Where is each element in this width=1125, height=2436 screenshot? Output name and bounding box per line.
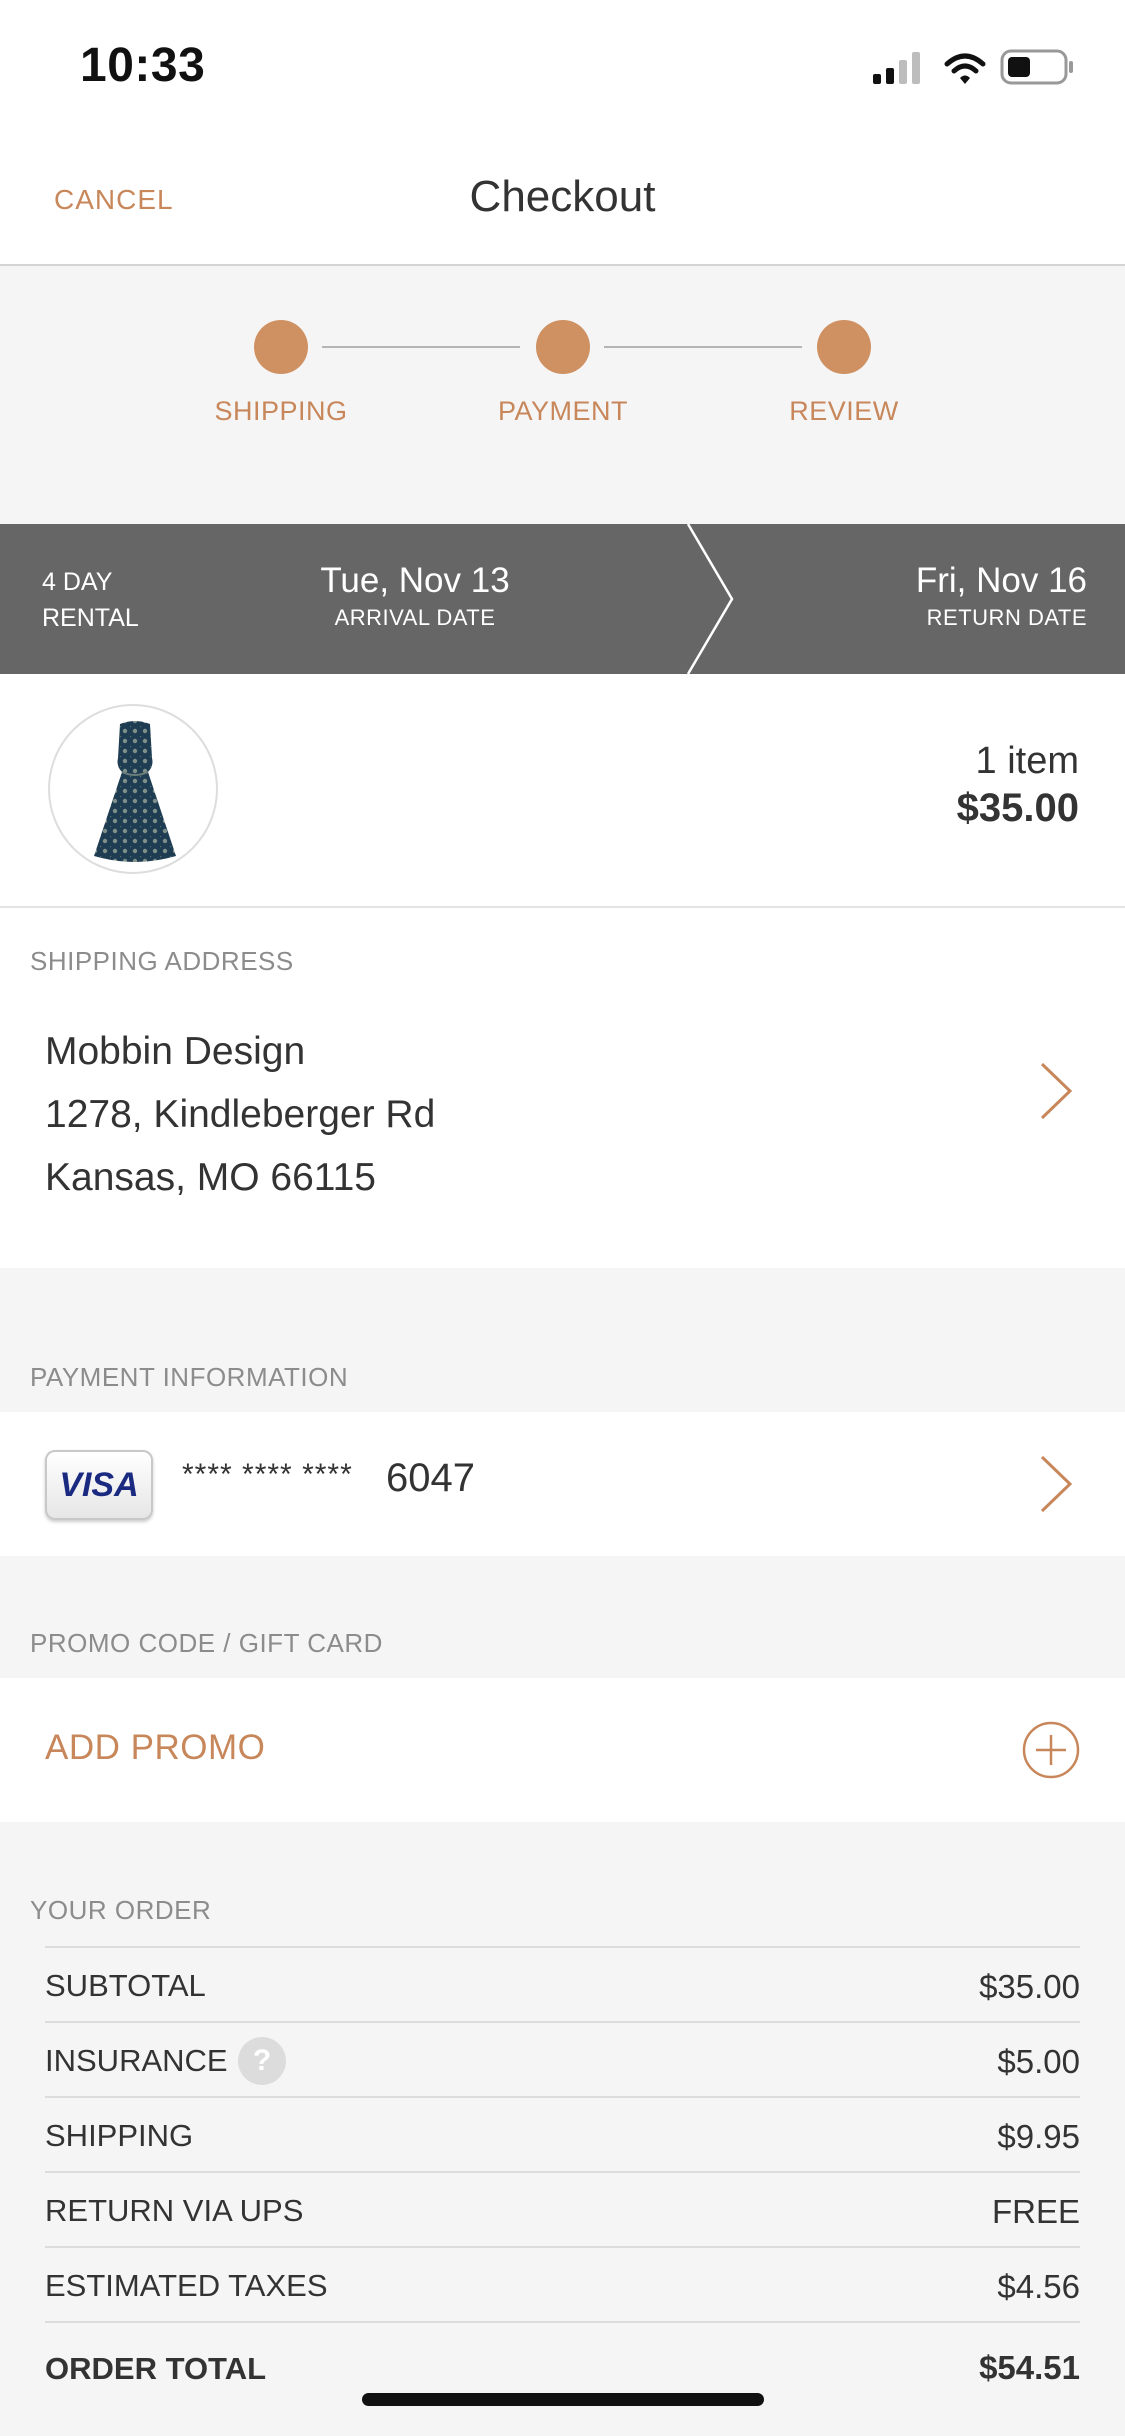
nav-bar: CANCEL Checkout [0, 132, 1125, 266]
payment-method-card[interactable]: VISA **** **** **** 6047 [0, 1412, 1125, 1556]
rental-length-days: 4 DAY [42, 568, 113, 596]
step-dot-shipping[interactable] [254, 320, 308, 374]
your-order-label: YOUR ORDER [30, 1895, 212, 1925]
order-label: SUBTOTAL [45, 1968, 206, 2003]
checkout-stepper: SHIPPING PAYMENT REVIEW [0, 266, 1125, 524]
help-icon[interactable]: ? [238, 2037, 286, 2085]
order-total-value: $54.51 [979, 2349, 1080, 2386]
status-system-icons [873, 49, 1073, 85]
step-connector [322, 346, 520, 348]
chevron-right-icon[interactable] [1038, 1453, 1074, 1515]
status-icons [873, 48, 1083, 88]
return-date: Fri, Nov 16 [915, 561, 1087, 600]
order-row-subtotal: SUBTOTAL $35.00 [45, 1946, 1080, 2021]
address-street: 1278, Kindleberger Rd [45, 1093, 436, 1136]
order-value: $35.00 [979, 1968, 1080, 2005]
battery-icon [1000, 49, 1073, 85]
status-time: 10:33 [80, 39, 206, 92]
order-label: RETURN VIA UPS [45, 2193, 304, 2228]
order-total-label: ORDER TOTAL [45, 2351, 267, 2386]
product-thumbnail [48, 704, 218, 874]
order-label: SHIPPING [45, 2118, 194, 2153]
dress-image [94, 721, 176, 862]
arrival-date-label: ARRIVAL DATE [334, 605, 496, 630]
order-label: ESTIMATED TAXES [45, 2268, 328, 2303]
status-bar: 10:33 [0, 0, 1125, 132]
step-dot-payment[interactable] [536, 320, 590, 374]
payment-information-label: PAYMENT INFORMATION [30, 1362, 349, 1392]
step-label-shipping: SHIPPING [214, 396, 348, 426]
order-label: INSURANCE [45, 2043, 228, 2078]
order-row-insurance: INSURANCE ? $5.00 [45, 2021, 1080, 2096]
order-value: FREE [991, 2193, 1080, 2230]
wifi-icon [944, 53, 986, 84]
chevron-right-icon[interactable] [1038, 1060, 1074, 1122]
step-connector [604, 346, 802, 348]
card-last-four: 6047 [386, 1456, 475, 1500]
return-date-label: RETURN DATE [926, 605, 1087, 630]
return-date-block: Fri, Nov 16 RETURN DATE [916, 560, 1087, 634]
page-title: Checkout [469, 172, 656, 221]
order-row-return: RETURN VIA UPS FREE [45, 2171, 1080, 2246]
visa-card-icon: VISA [45, 1450, 153, 1520]
address-name: Mobbin Design [45, 1030, 306, 1073]
shipping-address-label: SHIPPING ADDRESS [30, 946, 294, 976]
order-value: $4.56 [997, 2268, 1080, 2305]
step-label-payment: PAYMENT [497, 396, 628, 426]
rental-length: 4 DAY RENTAL [42, 564, 139, 636]
order-value: $9.95 [997, 2118, 1080, 2155]
plus-circle-icon[interactable] [1021, 1720, 1081, 1780]
add-promo-row[interactable]: ADD PROMO [0, 1678, 1125, 1822]
shipping-address-card[interactable]: SHIPPING ADDRESS Mobbin Design 1278, Kin… [0, 908, 1125, 1268]
cart-summary[interactable]: 1 item $35.00 [0, 674, 1125, 908]
rental-dates-bar[interactable]: 4 DAY RENTAL Tue, Nov 13 ARRIVAL DATE Fr… [0, 524, 1125, 674]
step-label-review: REVIEW [789, 396, 899, 426]
arrival-date-block: Tue, Nov 13 ARRIVAL DATE [290, 560, 540, 634]
promo-code-label: PROMO CODE / GIFT CARD [30, 1628, 383, 1658]
item-count: 1 item [975, 740, 1079, 782]
rental-length-label: RENTAL [42, 604, 139, 632]
add-promo-button[interactable]: ADD PROMO [45, 1728, 265, 1768]
item-total: $35.00 [956, 786, 1079, 830]
order-value: $5.00 [997, 2043, 1080, 2080]
card-number-mask: **** **** **** [182, 1458, 353, 1491]
step-dot-review[interactable] [817, 320, 871, 374]
home-indicator[interactable] [362, 2393, 764, 2406]
cellular-signal-icon [873, 52, 920, 84]
order-row-shipping: SHIPPING $9.95 [45, 2096, 1080, 2171]
arrival-date: Tue, Nov 13 [320, 561, 510, 600]
order-row-taxes: ESTIMATED TAXES $4.56 [45, 2246, 1080, 2321]
chevron-divider-icon [686, 524, 734, 674]
address-city: Kansas, MO 66115 [45, 1156, 376, 1199]
